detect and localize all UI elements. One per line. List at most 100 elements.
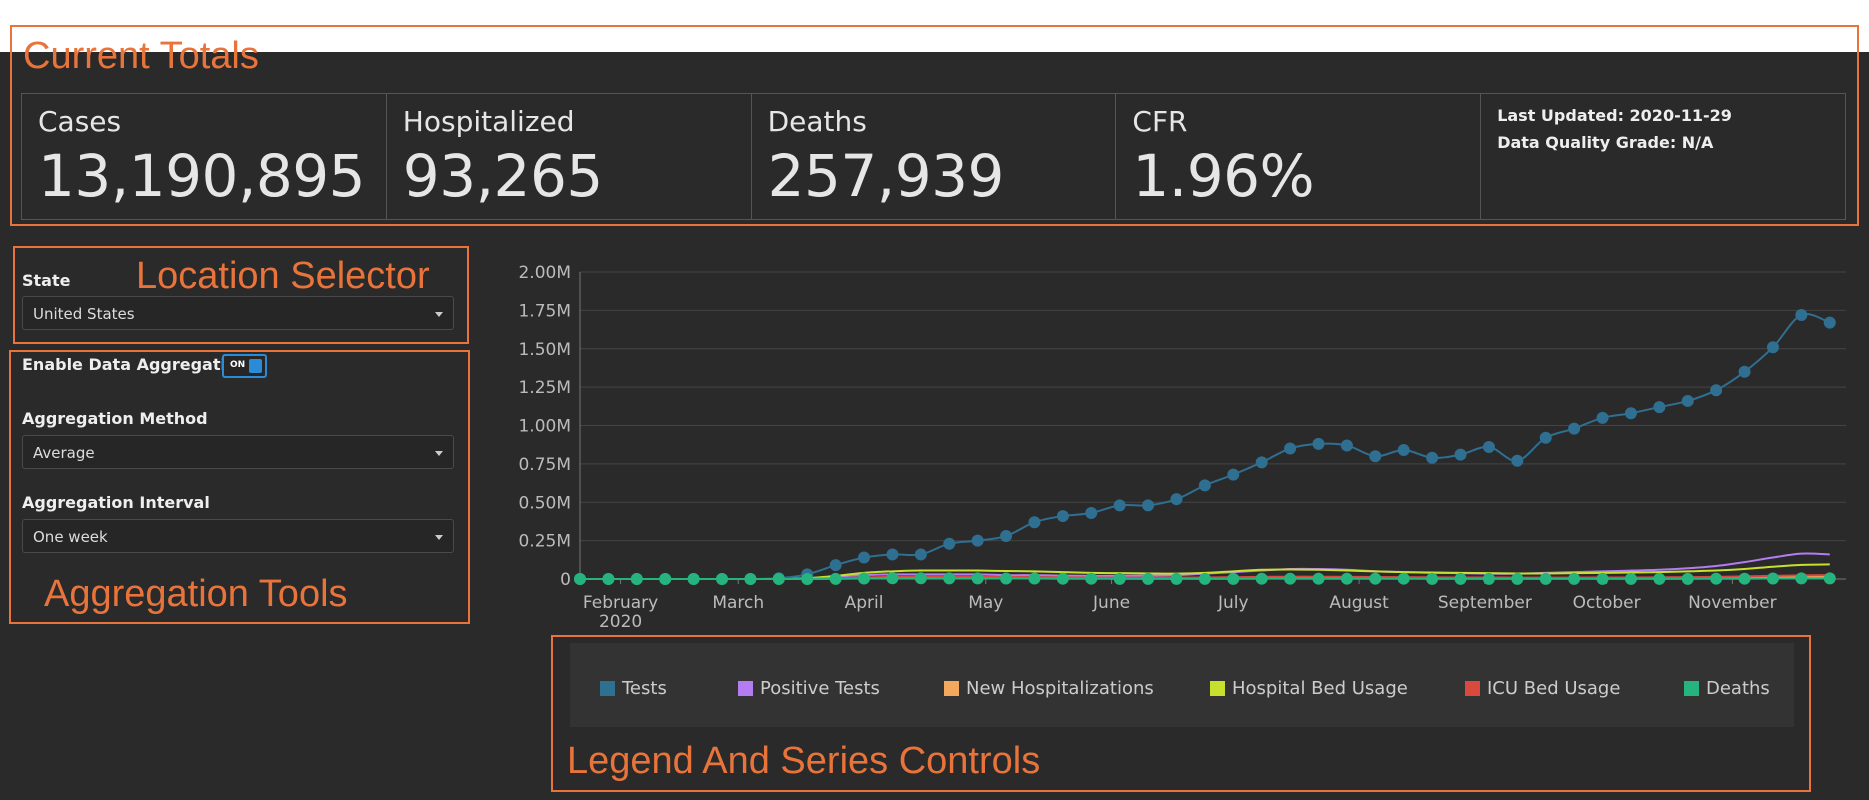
legend-item-tests[interactable]: Tests <box>600 678 667 699</box>
data-point-tests <box>1255 456 1268 469</box>
legend-item-hospital-bed-usage[interactable]: Hospital Bed Usage <box>1210 678 1408 699</box>
data-point-deaths <box>772 573 785 585</box>
data-point-deaths <box>801 572 814 585</box>
data-point-tests <box>858 551 871 564</box>
data-point-deaths <box>1142 572 1155 585</box>
data-point-deaths <box>1710 572 1723 585</box>
legend-item-new-hospitalizations[interactable]: New Hospitalizations <box>944 678 1154 699</box>
legend-swatch <box>738 681 753 696</box>
legend-label: Deaths <box>1706 678 1770 699</box>
data-point-deaths <box>886 572 899 585</box>
y-tick-label: 1.50M <box>518 340 571 360</box>
data-point-tests <box>1681 394 1694 407</box>
data-point-tests <box>1426 451 1439 464</box>
data-point-deaths <box>1113 572 1126 585</box>
data-point-tests <box>1738 365 1751 378</box>
legend-item-deaths[interactable]: Deaths <box>1684 678 1770 699</box>
data-point-tests <box>1340 439 1353 452</box>
y-tick-label: 0.75M <box>518 455 571 475</box>
legend-swatch <box>1684 681 1699 696</box>
data-point-deaths <box>687 573 700 585</box>
x-tick-label: March <box>712 593 764 613</box>
y-tick-label: 2.00M <box>518 263 571 283</box>
data-point-tests <box>1142 499 1155 512</box>
data-point-deaths <box>1482 572 1495 585</box>
data-point-deaths <box>1539 572 1552 585</box>
data-point-tests <box>1028 516 1041 529</box>
x-tick-label: August <box>1329 593 1389 613</box>
legend-label: ICU Bed Usage <box>1487 678 1621 699</box>
data-point-deaths <box>1000 572 1013 585</box>
x-tick-label: November <box>1688 593 1776 613</box>
data-point-tests <box>1056 510 1069 523</box>
data-point-tests <box>1454 448 1467 461</box>
data-point-tests <box>1710 384 1723 397</box>
data-point-tests <box>971 534 984 547</box>
legend-label: Hospital Bed Usage <box>1232 678 1408 699</box>
data-point-tests <box>1823 316 1836 329</box>
data-point-tests <box>914 548 927 561</box>
data-point-deaths <box>914 572 927 585</box>
data-point-deaths <box>1681 572 1694 585</box>
legend-item-icu-bed-usage[interactable]: ICU Bed Usage <box>1465 678 1620 699</box>
data-point-deaths <box>716 573 729 585</box>
legend-label: Positive Tests <box>760 678 880 699</box>
data-point-deaths <box>630 573 643 585</box>
x-tick-label: October <box>1573 593 1641 613</box>
y-tick-label: 0.50M <box>518 493 571 513</box>
data-point-tests <box>1085 506 1098 519</box>
data-point-deaths <box>1255 572 1268 585</box>
data-point-deaths <box>1795 572 1808 585</box>
data-point-tests <box>1113 499 1126 512</box>
x-tick-label: February <box>583 593 658 613</box>
x-tick-label: May <box>968 593 1003 613</box>
data-point-deaths <box>602 573 615 585</box>
data-point-deaths <box>574 573 586 585</box>
data-point-deaths <box>659 573 672 585</box>
data-point-deaths <box>1568 572 1581 585</box>
x-tick-label: June <box>1092 593 1130 613</box>
data-point-deaths <box>971 572 984 585</box>
legend-item-positive-tests[interactable]: Positive Tests <box>738 678 880 699</box>
y-tick-label: 0 <box>560 570 571 590</box>
x-tick-label: April <box>845 593 884 613</box>
legend-label: New Hospitalizations <box>966 678 1154 699</box>
data-point-deaths <box>943 572 956 585</box>
data-point-tests <box>1511 454 1524 467</box>
y-tick-label: 1.25M <box>518 378 571 398</box>
data-point-deaths <box>1426 572 1439 585</box>
legend-swatch <box>600 681 615 696</box>
data-point-deaths <box>829 572 842 585</box>
data-point-tests <box>1227 468 1240 481</box>
x-tick-label: September <box>1438 593 1532 613</box>
legend-label: Tests <box>622 678 667 699</box>
legend-swatch <box>944 681 959 696</box>
data-point-deaths <box>1284 572 1297 585</box>
data-point-deaths <box>1340 572 1353 585</box>
legend: Tests Positive Tests New Hospitalizations H… <box>570 643 1794 727</box>
data-point-deaths <box>1312 572 1325 585</box>
data-point-tests <box>1198 479 1211 492</box>
y-tick-label: 0.25M <box>518 532 571 552</box>
legend-swatch <box>1465 681 1480 696</box>
data-point-deaths <box>1624 572 1637 585</box>
data-point-tests <box>1312 437 1325 450</box>
data-point-deaths <box>1227 572 1240 585</box>
data-point-tests <box>1284 442 1297 455</box>
data-point-deaths <box>1397 572 1410 585</box>
data-point-tests <box>1568 422 1581 435</box>
data-point-tests <box>1000 530 1013 543</box>
data-point-tests <box>829 559 842 572</box>
data-point-deaths <box>1085 572 1098 585</box>
data-point-deaths <box>1823 572 1836 585</box>
data-point-tests <box>1624 407 1637 420</box>
data-point-deaths <box>1653 572 1666 585</box>
data-point-deaths <box>858 572 871 585</box>
data-point-tests <box>1170 493 1183 506</box>
y-tick-label: 1.75M <box>518 301 571 321</box>
data-point-tests <box>886 548 899 561</box>
data-point-deaths <box>1369 572 1382 585</box>
data-point-deaths <box>1454 572 1467 585</box>
data-point-deaths <box>1511 572 1524 585</box>
time-series-chart[interactable]: 0 0.25M 0.50M 0.75M 1.00M 1.25M 1.50M 1.75M 2.00… <box>0 0 1869 640</box>
